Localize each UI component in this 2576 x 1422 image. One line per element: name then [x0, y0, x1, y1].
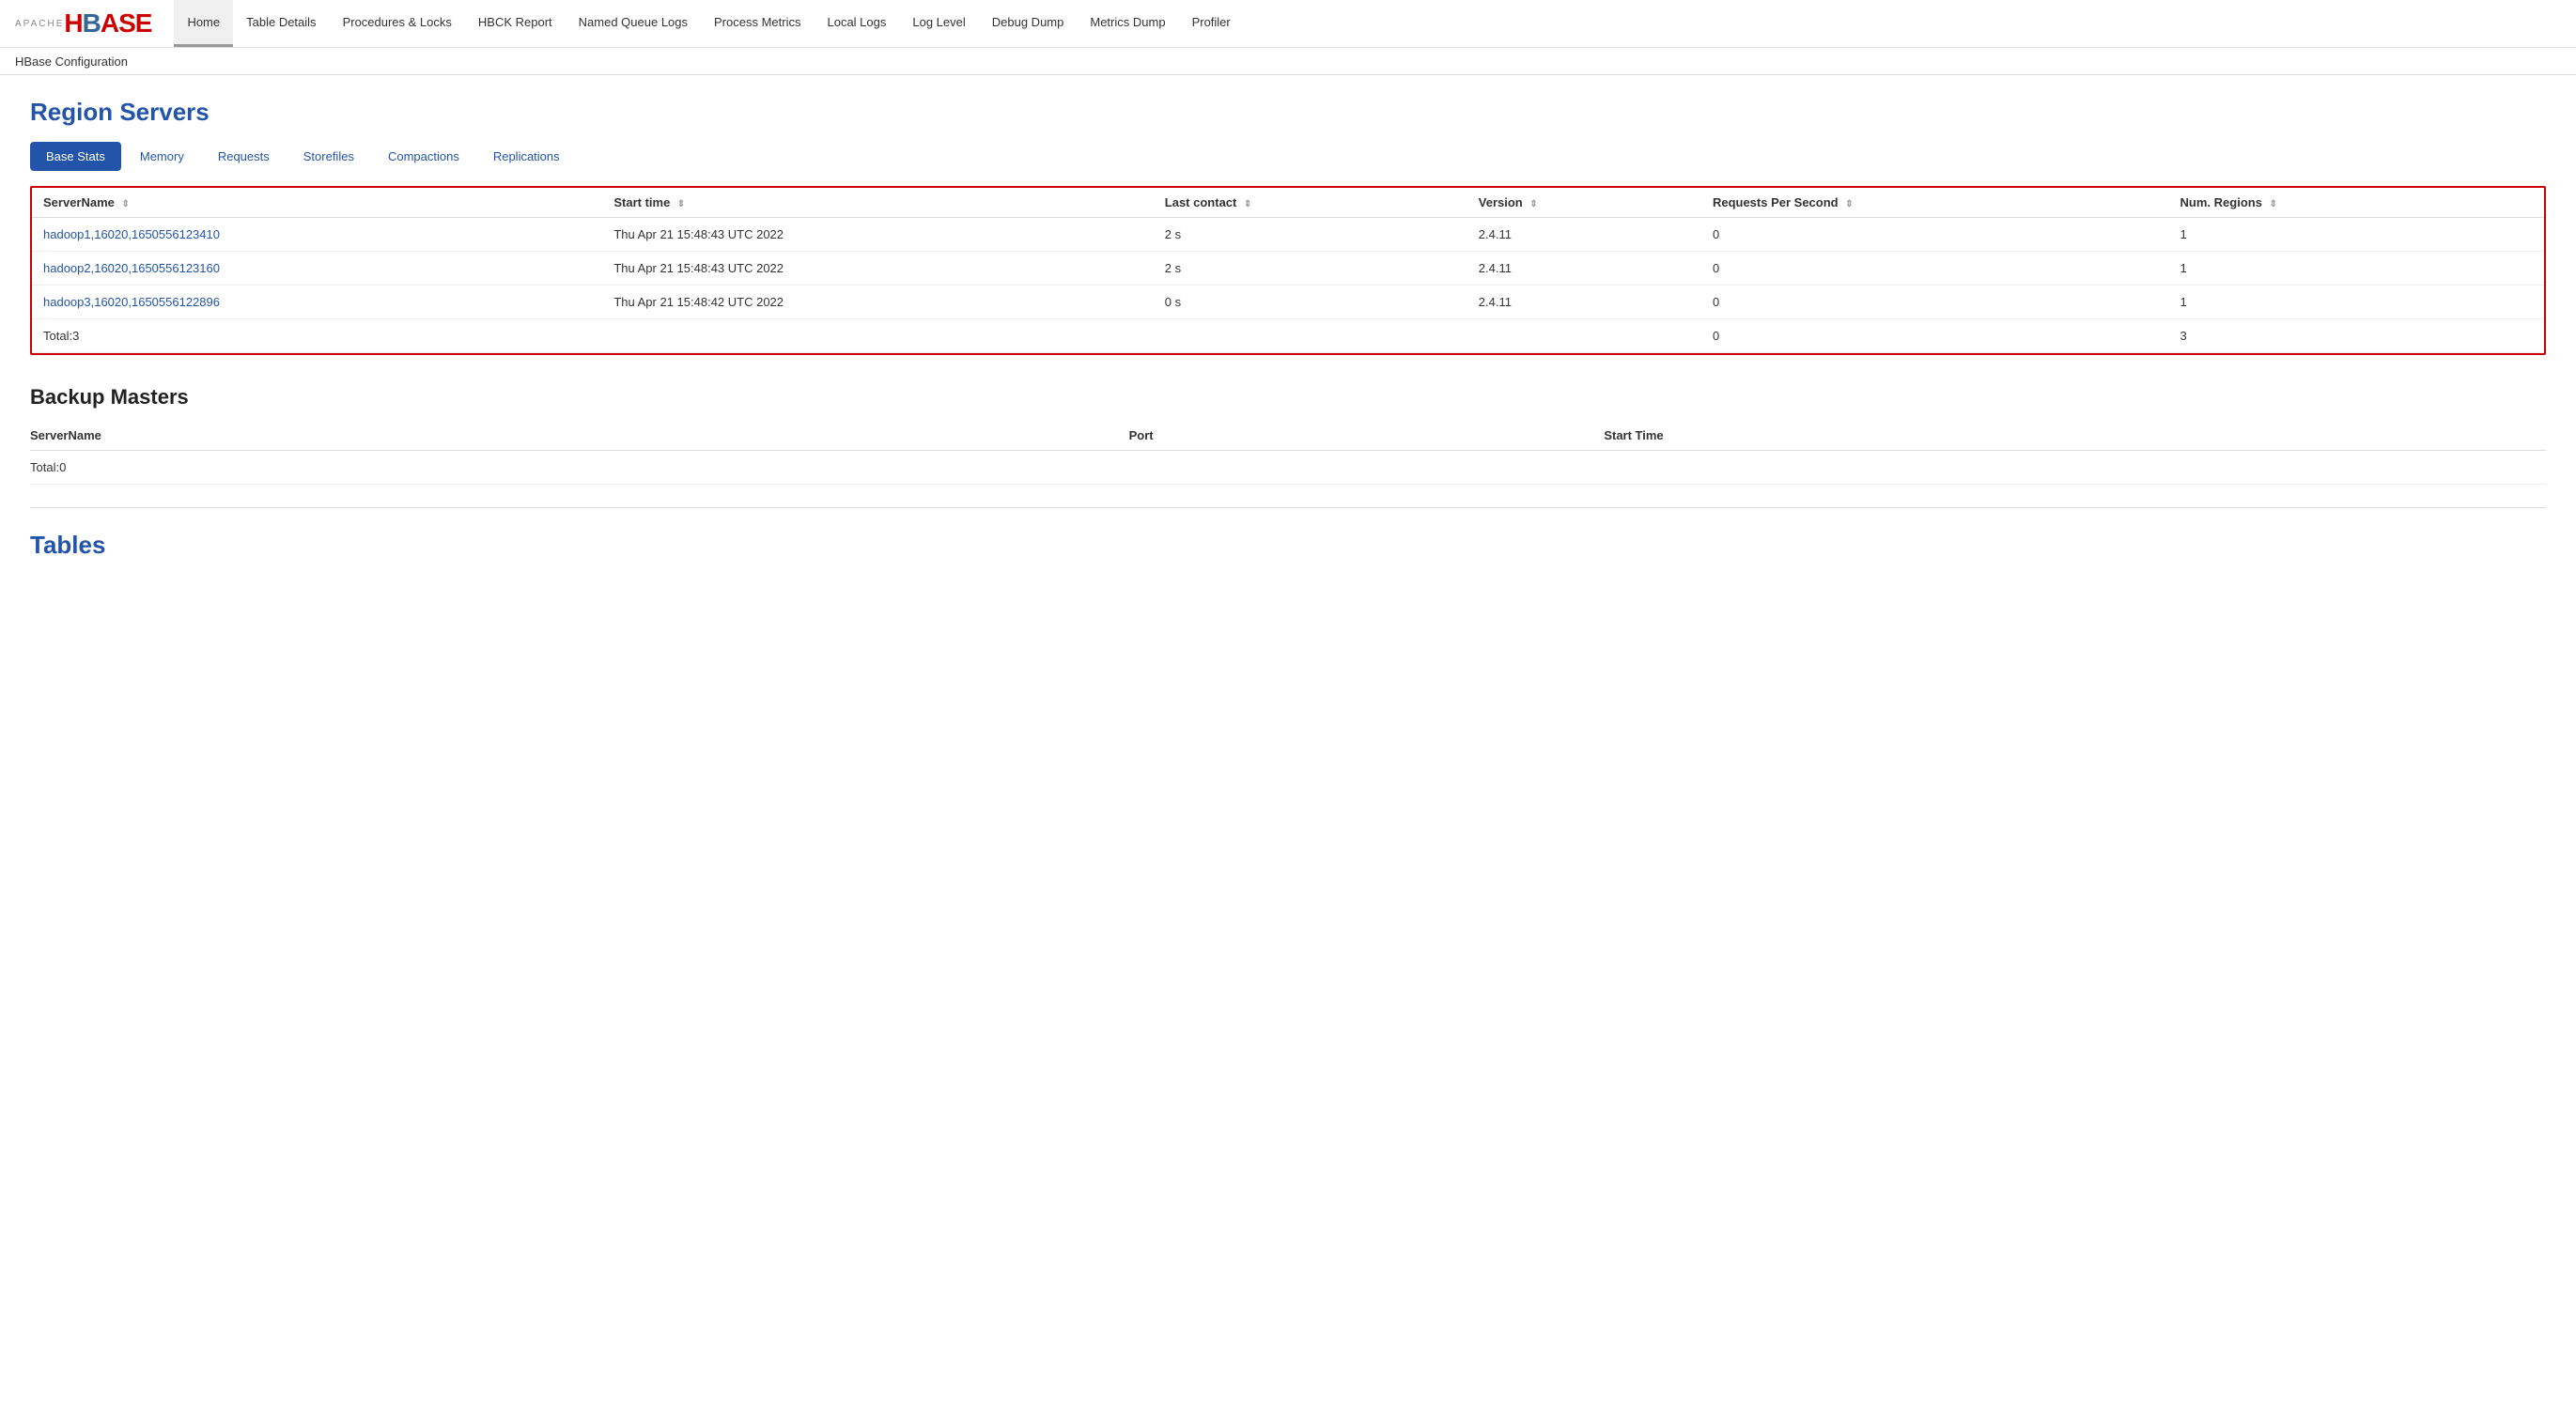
tab-requests[interactable]: Requests: [203, 143, 285, 170]
cell-start-time-2: Thu Apr 21 15:48:43 UTC 2022: [602, 252, 1153, 286]
server-link-2[interactable]: hadoop2,16020,1650556123160: [43, 261, 220, 275]
backup-col-server: ServerName: [30, 421, 1129, 451]
nav-hbck-report[interactable]: HBCK Report: [465, 0, 566, 47]
cell-total-version: [1467, 319, 1701, 353]
table-row: hadoop3,16020,1650556122896 Thu Apr 21 1…: [32, 286, 2544, 319]
backup-col-port: Port: [1129, 421, 1605, 451]
nav-procedures-locks[interactable]: Procedures & Locks: [330, 0, 465, 47]
nav-table-details[interactable]: Table Details: [233, 0, 329, 47]
main-content: Region Servers Base Stats Memory Request…: [0, 75, 2576, 597]
backup-total-label: Total:0: [30, 451, 1129, 485]
cell-rps-1: 0: [1701, 218, 2169, 252]
sort-icon-start: ⇕: [677, 199, 685, 209]
cell-total-contact: [1154, 319, 1467, 353]
table-row: hadoop1,16020,1650556123410 Thu Apr 21 1…: [32, 218, 2544, 252]
region-servers-table-wrapper: ServerName ⇕ Start time ⇕ Last contact ⇕…: [30, 186, 2546, 355]
col-last-contact[interactable]: Last contact ⇕: [1154, 188, 1467, 218]
cell-total-regions: 3: [2169, 319, 2544, 353]
region-servers-table: ServerName ⇕ Start time ⇕ Last contact ⇕…: [32, 188, 2544, 353]
nav-local-logs[interactable]: Local Logs: [814, 0, 899, 47]
nav-home[interactable]: Home: [174, 0, 233, 47]
logo-hbase-text: HBASE: [64, 10, 151, 37]
nav-process-metrics[interactable]: Process Metrics: [701, 0, 814, 47]
backup-total-start: [1604, 451, 2546, 485]
tab-base-stats[interactable]: Base Stats: [30, 142, 121, 171]
tab-memory[interactable]: Memory: [125, 143, 199, 170]
cell-server-name-1: hadoop1,16020,1650556123410: [32, 218, 602, 252]
logo-apache-text: APACHE: [15, 19, 64, 29]
logo: APACHE HBASE: [15, 0, 166, 47]
cell-version-2: 2.4.11: [1467, 252, 1701, 286]
cell-last-contact-2: 2 s: [1154, 252, 1467, 286]
cell-total-start: [602, 319, 1153, 353]
cell-last-contact-1: 2 s: [1154, 218, 1467, 252]
col-requests-per-second[interactable]: Requests Per Second ⇕: [1701, 188, 2169, 218]
region-servers-tab-bar: Base Stats Memory Requests Storefiles Co…: [30, 142, 2546, 171]
table-row: hadoop2,16020,1650556123160 Thu Apr 21 1…: [32, 252, 2544, 286]
sub-navigation: HBase Configuration: [0, 48, 2576, 75]
top-navigation: APACHE HBASE Home Table Details Procedur…: [0, 0, 2576, 48]
col-version[interactable]: Version ⇕: [1467, 188, 1701, 218]
cell-rps-3: 0: [1701, 286, 2169, 319]
col-start-time[interactable]: Start time ⇕: [602, 188, 1153, 218]
server-link-3[interactable]: hadoop3,16020,1650556122896: [43, 295, 220, 309]
backup-header-row: ServerName Port Start Time: [30, 421, 2546, 451]
cell-last-contact-3: 0 s: [1154, 286, 1467, 319]
nav-profiler[interactable]: Profiler: [1179, 0, 1244, 47]
sort-icon-regions: ⇕: [2270, 199, 2277, 209]
cell-start-time-1: Thu Apr 21 15:48:43 UTC 2022: [602, 218, 1153, 252]
tab-compactions[interactable]: Compactions: [373, 143, 474, 170]
server-link-1[interactable]: hadoop1,16020,1650556123410: [43, 227, 220, 241]
nav-metrics-dump[interactable]: Metrics Dump: [1077, 0, 1178, 47]
cell-start-time-3: Thu Apr 21 15:48:42 UTC 2022: [602, 286, 1153, 319]
nav-debug-dump[interactable]: Debug Dump: [979, 0, 1078, 47]
backup-total-port: [1129, 451, 1605, 485]
total-row: Total:3 0 3: [32, 319, 2544, 353]
backup-col-start-time: Start Time: [1604, 421, 2546, 451]
col-server-name[interactable]: ServerName ⇕: [32, 188, 602, 218]
sort-icon-contact: ⇕: [1244, 199, 1251, 209]
col-num-regions[interactable]: Num. Regions ⇕: [2169, 188, 2544, 218]
cell-server-name-3: hadoop3,16020,1650556122896: [32, 286, 602, 319]
backup-masters-table: ServerName Port Start Time Total:0: [30, 421, 2546, 485]
cell-total-rps: 0: [1701, 319, 2169, 353]
region-servers-title: Region Servers: [30, 98, 2546, 127]
cell-server-name-2: hadoop2,16020,1650556123160: [32, 252, 602, 286]
nav-named-queue-logs[interactable]: Named Queue Logs: [566, 0, 701, 47]
tab-replications[interactable]: Replications: [478, 143, 575, 170]
cell-regions-2: 1: [2169, 252, 2544, 286]
cell-regions-1: 1: [2169, 218, 2544, 252]
cell-rps-2: 0: [1701, 252, 2169, 286]
cell-version-3: 2.4.11: [1467, 286, 1701, 319]
table-header-row: ServerName ⇕ Start time ⇕ Last contact ⇕…: [32, 188, 2544, 218]
section-divider: [30, 507, 2546, 508]
sort-icon-rps: ⇕: [1845, 199, 1853, 209]
tables-section-title: Tables: [30, 531, 2546, 560]
sort-icon-version: ⇕: [1529, 199, 1537, 209]
tab-storefiles[interactable]: Storefiles: [288, 143, 369, 170]
cell-regions-3: 1: [2169, 286, 2544, 319]
backup-total-row: Total:0: [30, 451, 2546, 485]
nav-log-level[interactable]: Log Level: [899, 0, 978, 47]
backup-masters-title: Backup Masters: [30, 385, 2546, 410]
cell-total-label: Total:3: [32, 319, 602, 353]
sort-icon-server: ⇕: [122, 199, 130, 209]
cell-version-1: 2.4.11: [1467, 218, 1701, 252]
hbase-configuration-link[interactable]: HBase Configuration: [15, 54, 128, 69]
